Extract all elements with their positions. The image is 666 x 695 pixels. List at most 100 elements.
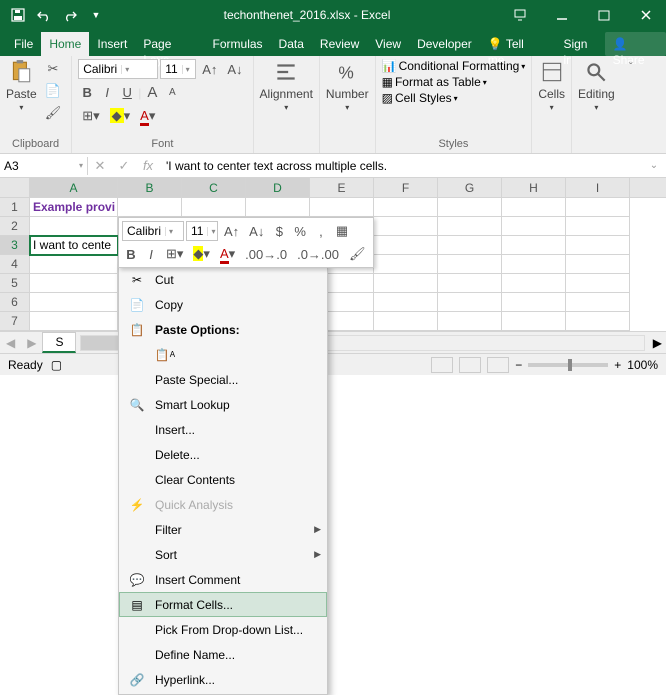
mini-font-color-icon[interactable]: A▾ bbox=[216, 244, 239, 264]
zoom-level[interactable]: 100% bbox=[627, 358, 658, 372]
mini-font-size[interactable]: 11▾ bbox=[186, 221, 218, 241]
collapse-ribbon-icon[interactable]: ˇ bbox=[621, 56, 641, 153]
cell[interactable] bbox=[566, 293, 630, 312]
conditional-formatting[interactable]: 📊Conditional Formatting▾ bbox=[382, 59, 526, 73]
number-button[interactable]: %Number▾ bbox=[326, 59, 369, 112]
cell[interactable] bbox=[438, 217, 502, 236]
ctx-paste-option-default[interactable]: 📋A bbox=[119, 342, 327, 367]
close-icon[interactable] bbox=[626, 0, 666, 30]
cell[interactable] bbox=[438, 255, 502, 274]
row-header-1[interactable]: 1 bbox=[0, 198, 30, 217]
macro-record-icon[interactable]: ▢ bbox=[51, 358, 62, 372]
col-header-c[interactable]: C bbox=[182, 178, 246, 197]
mini-shrink-font-icon[interactable]: A↓ bbox=[245, 222, 268, 241]
cell[interactable] bbox=[566, 312, 630, 331]
cell[interactable] bbox=[502, 217, 566, 236]
mini-bold-icon[interactable]: B bbox=[122, 245, 140, 264]
ctx-pick-from-list[interactable]: Pick From Drop-down List... bbox=[119, 617, 327, 642]
cell[interactable] bbox=[182, 198, 246, 217]
qat-dropdown-icon[interactable]: ▼ bbox=[84, 3, 108, 27]
page-layout-view-icon[interactable] bbox=[459, 357, 481, 373]
grow-font-icon[interactable]: A↑ bbox=[198, 60, 221, 79]
cell-a1[interactable]: Example provi bbox=[30, 198, 118, 217]
zoom-slider[interactable] bbox=[528, 363, 608, 367]
tab-formulas[interactable]: Formulas bbox=[205, 32, 271, 56]
tell-me[interactable]: 💡 Tell me... bbox=[480, 32, 556, 56]
ctx-format-cells[interactable]: ▤Format Cells... bbox=[119, 592, 327, 617]
ctx-filter[interactable]: Filter▶ bbox=[119, 517, 327, 542]
grow-2-icon[interactable]: A bbox=[143, 82, 161, 103]
cell[interactable] bbox=[502, 274, 566, 293]
underline-button[interactable]: U bbox=[118, 83, 136, 102]
cell[interactable] bbox=[438, 198, 502, 217]
cell[interactable] bbox=[374, 198, 438, 217]
tab-data[interactable]: Data bbox=[271, 32, 312, 56]
cancel-formula-icon[interactable]: ✕ bbox=[88, 158, 112, 174]
cell[interactable] bbox=[30, 217, 118, 236]
alignment-button[interactable]: Alignment▾ bbox=[260, 59, 313, 112]
cell[interactable] bbox=[438, 293, 502, 312]
cell[interactable] bbox=[502, 255, 566, 274]
cell[interactable] bbox=[374, 255, 438, 274]
page-break-view-icon[interactable] bbox=[487, 357, 509, 373]
mini-font-name[interactable]: Calibri▾ bbox=[122, 221, 184, 241]
col-header-g[interactable]: G bbox=[438, 178, 502, 197]
ctx-insert-comment[interactable]: 💬Insert Comment bbox=[119, 567, 327, 592]
undo-icon[interactable] bbox=[32, 3, 56, 27]
mini-format-painter-icon[interactable]: 🖌 bbox=[345, 244, 370, 264]
sign-in[interactable]: Sign in bbox=[555, 32, 604, 56]
borders-icon[interactable]: ⊞▾ bbox=[78, 106, 103, 126]
formula-expand-icon[interactable]: ⌄ bbox=[642, 160, 666, 171]
normal-view-icon[interactable] bbox=[431, 357, 453, 373]
font-name-combo[interactable]: Calibri▾ bbox=[78, 59, 158, 79]
ctx-clear-contents[interactable]: Clear Contents bbox=[119, 467, 327, 492]
cell[interactable] bbox=[438, 236, 502, 255]
mini-dec-decimal-icon[interactable]: .00→.0 bbox=[241, 245, 291, 264]
cell[interactable] bbox=[30, 274, 118, 293]
cell[interactable] bbox=[438, 312, 502, 331]
fx-icon[interactable]: fx bbox=[136, 158, 160, 173]
mini-currency-icon[interactable]: $ bbox=[270, 222, 288, 241]
row-header-3[interactable]: 3 bbox=[0, 236, 30, 255]
cell[interactable] bbox=[502, 312, 566, 331]
cell[interactable] bbox=[502, 293, 566, 312]
cells-button[interactable]: Cells▾ bbox=[538, 59, 565, 112]
ctx-insert[interactable]: Insert... bbox=[119, 417, 327, 442]
cell[interactable] bbox=[118, 198, 182, 217]
cell[interactable] bbox=[566, 198, 630, 217]
cell[interactable] bbox=[502, 198, 566, 217]
fill-color-icon[interactable]: ◆▾ bbox=[106, 106, 135, 126]
mini-borders-icon[interactable]: ⊞▾ bbox=[162, 244, 187, 264]
row-header-6[interactable]: 6 bbox=[0, 293, 30, 312]
mini-merge-icon[interactable]: ▦ bbox=[332, 221, 352, 241]
ctx-delete[interactable]: Delete... bbox=[119, 442, 327, 467]
cell[interactable] bbox=[438, 274, 502, 293]
copy-icon[interactable]: 📄 bbox=[41, 81, 66, 101]
formula-input[interactable]: 'I want to center text across multiple c… bbox=[160, 157, 642, 175]
cell[interactable] bbox=[30, 312, 118, 331]
minimize-icon[interactable] bbox=[542, 0, 582, 30]
cut-icon[interactable]: ✂ bbox=[41, 59, 66, 79]
shrink-2-icon[interactable]: A bbox=[163, 85, 181, 100]
cell[interactable] bbox=[374, 274, 438, 293]
col-header-i[interactable]: I bbox=[566, 178, 630, 197]
tab-home[interactable]: Home bbox=[41, 32, 89, 56]
ctx-copy[interactable]: 📄Copy bbox=[119, 292, 327, 317]
ctx-cut[interactable]: ✂Cut bbox=[119, 267, 327, 292]
redo-icon[interactable] bbox=[58, 3, 82, 27]
select-all[interactable] bbox=[0, 178, 30, 197]
col-header-e[interactable]: E bbox=[310, 178, 374, 197]
paste-button[interactable]: Paste▾ bbox=[6, 59, 37, 112]
zoom-in-icon[interactable]: + bbox=[614, 358, 621, 372]
sheet-nav-prev-icon[interactable]: ◀ bbox=[0, 336, 21, 350]
cell[interactable] bbox=[566, 274, 630, 293]
ctx-paste-special[interactable]: Paste Special... bbox=[119, 367, 327, 392]
cell[interactable] bbox=[374, 312, 438, 331]
sheet-tab-active[interactable]: S bbox=[42, 332, 76, 353]
cell[interactable] bbox=[566, 217, 630, 236]
format-painter-icon[interactable]: 🖌 bbox=[41, 103, 66, 123]
font-size-combo[interactable]: 11▾ bbox=[160, 59, 196, 79]
zoom-out-icon[interactable]: − bbox=[515, 358, 522, 372]
row-header-5[interactable]: 5 bbox=[0, 274, 30, 293]
cell[interactable] bbox=[374, 293, 438, 312]
